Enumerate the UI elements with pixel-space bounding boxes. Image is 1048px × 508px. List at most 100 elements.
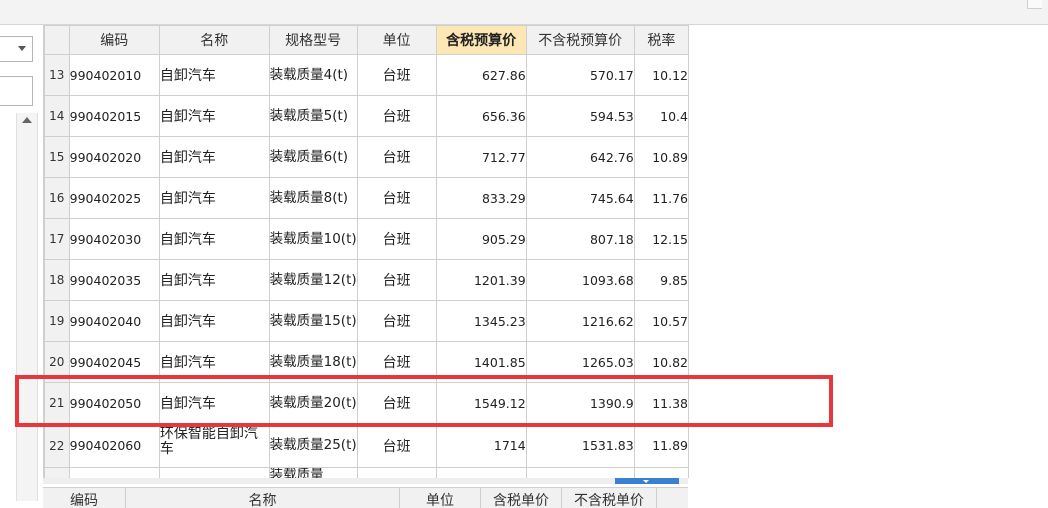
cell-spec[interactable]: 装载质量6(t) (268, 136, 358, 178)
table-row[interactable]: 20 990402045 自卸汽车 装载质量18(t) 台班 1401.85 1265.03… (44, 341, 689, 383)
table-row[interactable]: 13 990402010 自卸汽车 装载质量4(t) 台班 627.86 570.17 10.… (44, 54, 689, 96)
row-number[interactable]: 13 (44, 54, 70, 96)
table-row[interactable]: 15 990402020 自卸汽车 装载质量6(t) 台班 712.77 642.76 10.… (44, 136, 689, 178)
cell-price-without-tax[interactable]: 594.53 (525, 95, 635, 137)
cell-price-without-tax[interactable]: 1265.03 (525, 341, 635, 383)
cell-name[interactable]: 环保智能自卸汽车 (158, 423, 270, 468)
cell-name[interactable]: 自卸汽车 (158, 341, 270, 383)
cell-code[interactable]: 990402040 (68, 300, 160, 342)
cell-price-without-tax[interactable]: 745.64 (525, 177, 635, 219)
cell-price-without-tax[interactable]: 1531.83 (525, 423, 635, 468)
cell-name[interactable]: 自卸汽车 (158, 177, 270, 219)
cell-tax-rate[interactable] (633, 467, 689, 478)
cell-tax-rate[interactable]: 10.12 (633, 54, 689, 96)
column-header-code[interactable]: 编码 (68, 25, 160, 55)
cell-price-without-tax[interactable]: 570.17 (525, 54, 635, 96)
row-number-header[interactable] (44, 25, 70, 55)
row-number[interactable]: 20 (44, 341, 70, 383)
cell-unit[interactable]: 台班 (356, 382, 437, 424)
cell-spec[interactable]: 装载质量25(t) (268, 423, 358, 468)
cell-price-without-tax[interactable] (525, 467, 635, 478)
table-row[interactable]: 19 990402040 自卸汽车 装载质量15(t) 台班 1345.23 1216.62… (44, 300, 689, 342)
cell-name[interactable]: 自卸汽车 (158, 218, 270, 260)
cell-code[interactable]: 990402045 (68, 341, 160, 383)
row-number[interactable]: 22 (44, 423, 70, 468)
cell-unit[interactable]: 台班 (356, 95, 437, 137)
table-row[interactable]: 装载质量 (44, 467, 689, 478)
cell-tax-rate[interactable]: 10.89 (633, 136, 689, 178)
cell-unit[interactable]: 台班 (356, 54, 437, 96)
cell-price-without-tax[interactable]: 1390.9 (525, 382, 635, 424)
cell-name[interactable]: 自卸汽车 (158, 300, 270, 342)
column-header-price-with-tax[interactable]: 含税预算价 (435, 25, 527, 55)
cell-price-without-tax[interactable]: 642.76 (525, 136, 635, 178)
row-number[interactable]: 18 (44, 259, 70, 301)
cell-name[interactable]: 自卸汽车 (158, 95, 270, 137)
cell-price-with-tax[interactable] (435, 467, 527, 478)
cell-tax-rate[interactable]: 9.85 (633, 259, 689, 301)
cell-tax-rate[interactable]: 11.89 (633, 423, 689, 468)
cell-price-with-tax[interactable]: 656.36 (435, 95, 527, 137)
cell-price-with-tax[interactable]: 1401.85 (435, 341, 527, 383)
cell-name[interactable]: 自卸汽车 (158, 259, 270, 301)
cell-price-with-tax[interactable]: 1714 (435, 423, 527, 468)
cell-code[interactable]: 990402030 (68, 218, 160, 260)
cell-tax-rate[interactable]: 12.15 (633, 218, 689, 260)
table-row[interactable]: 22 990402060 环保智能自卸汽车 装载质量25(t) 台班 1714 1531.8… (44, 423, 689, 468)
cell-price-with-tax[interactable]: 627.86 (435, 54, 527, 96)
vertical-scrollbar[interactable] (16, 113, 38, 501)
column-header-tax-rate[interactable]: 税率 (633, 25, 689, 55)
row-number[interactable] (44, 467, 70, 478)
cell-code[interactable]: 990402010 (68, 54, 160, 96)
cell-unit[interactable]: 台班 (356, 423, 437, 468)
cell-code[interactable]: 990402035 (68, 259, 160, 301)
cell-spec[interactable]: 装载质量 (268, 467, 358, 478)
row-number[interactable]: 14 (44, 95, 70, 137)
cell-unit[interactable] (356, 467, 437, 478)
cell-unit[interactable]: 台班 (356, 341, 437, 383)
cell-unit[interactable]: 台班 (356, 259, 437, 301)
row-number[interactable]: 15 (44, 136, 70, 178)
cell-tax-rate[interactable]: 11.38 (633, 382, 689, 424)
row-number[interactable]: 21 (44, 382, 70, 424)
column-header-unit[interactable]: 单位 (356, 25, 437, 55)
filter-input[interactable] (0, 76, 33, 106)
cell-spec[interactable]: 装载质量15(t) (268, 300, 358, 342)
cell-name[interactable] (158, 467, 270, 478)
cell-tax-rate[interactable]: 10.57 (633, 300, 689, 342)
cell-code[interactable]: 990402020 (68, 136, 160, 178)
cell-price-without-tax[interactable]: 1093.68 (525, 259, 635, 301)
cell-price-with-tax[interactable]: 712.77 (435, 136, 527, 178)
cell-spec[interactable]: 装载质量20(t) (268, 382, 358, 424)
cell-unit[interactable]: 台班 (356, 218, 437, 260)
row-number[interactable]: 19 (44, 300, 70, 342)
cell-tax-rate[interactable]: 11.76 (633, 177, 689, 219)
horizontal-scrollbar[interactable] (43, 478, 688, 484)
column-header-spec[interactable]: 规格型号 (268, 25, 358, 55)
bottom-column-header-name[interactable]: 名称 (126, 488, 400, 508)
column-header-name[interactable]: 名称 (158, 25, 270, 55)
cell-price-with-tax[interactable]: 833.29 (435, 177, 527, 219)
cell-price-with-tax[interactable]: 905.29 (435, 218, 527, 260)
cell-code[interactable]: 990402015 (68, 95, 160, 137)
filter-dropdown[interactable] (0, 36, 33, 62)
cell-spec[interactable]: 装载质量10(t) (268, 218, 358, 260)
row-number[interactable]: 17 (44, 218, 70, 260)
table-row[interactable]: 14 990402015 自卸汽车 装载质量5(t) 台班 656.36 594.53 10.… (44, 95, 689, 137)
cell-code[interactable]: 990402025 (68, 177, 160, 219)
column-header-price-without-tax[interactable]: 不含税预算价 (525, 25, 635, 55)
cell-price-with-tax[interactable]: 1345.23 (435, 300, 527, 342)
bottom-column-header-price-without-tax[interactable]: 不含税单价 (562, 488, 657, 508)
cell-unit[interactable]: 台班 (356, 177, 437, 219)
cell-code[interactable] (68, 467, 160, 478)
chevron-down-icon[interactable] (18, 46, 26, 51)
cell-name[interactable]: 自卸汽车 (158, 382, 270, 424)
cell-tax-rate[interactable]: 10.4 (633, 95, 689, 137)
bottom-column-header-code[interactable]: 编码 (43, 488, 126, 508)
table-row[interactable]: 21 990402050 自卸汽车 装载质量20(t) 台班 1549.12 1390.9 1… (44, 382, 689, 424)
bottom-column-header-price-with-tax[interactable]: 含税单价 (481, 488, 562, 508)
cell-price-without-tax[interactable]: 807.18 (525, 218, 635, 260)
cell-tax-rate[interactable]: 10.82 (633, 341, 689, 383)
cell-unit[interactable]: 台班 (356, 300, 437, 342)
cell-name[interactable]: 自卸汽车 (158, 136, 270, 178)
